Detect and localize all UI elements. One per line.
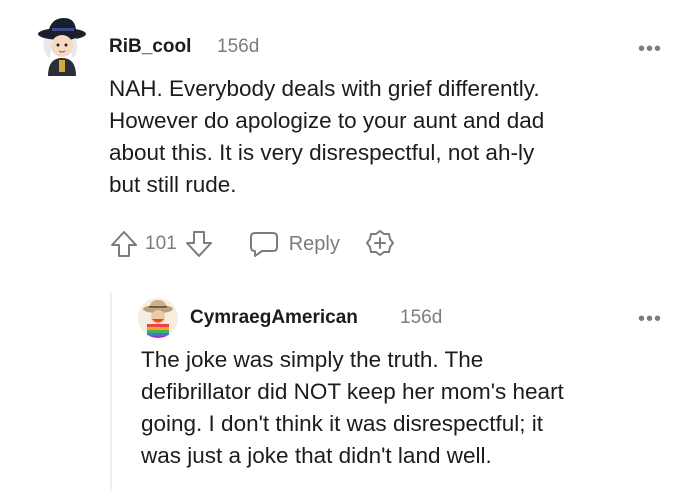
comment-body: NAH. Everybody deals with grief differen… <box>109 73 669 201</box>
arrow-down-outline-icon <box>185 231 212 257</box>
avatar-character-icon <box>138 298 178 338</box>
comment-username[interactable]: RiB_cool <box>109 36 191 58</box>
speech-bubble-icon <box>249 232 278 257</box>
reply-body-line: defibrillator did NOT keep her mom's hea… <box>141 379 564 404</box>
reply-username[interactable]: CymraegAmerican <box>190 307 358 329</box>
comment-body-line: NAH. Everybody deals with grief differen… <box>109 76 540 101</box>
award-button[interactable] <box>364 228 396 260</box>
comment-age: 156d <box>217 36 260 57</box>
avatar-character-icon <box>38 18 86 76</box>
comment-body-line: However do apologize to your aunt and da… <box>109 108 545 133</box>
reply-button[interactable]: Reply <box>249 230 340 258</box>
user-avatar[interactable] <box>32 14 88 76</box>
add-award-icon <box>365 230 394 256</box>
reply-body-line: was just a joke that didn't land well. <box>141 443 492 468</box>
comment-body-line: about this. It is very disrespectful, no… <box>109 140 535 165</box>
arrow-up-outline-icon <box>111 231 137 257</box>
reply-age: 156d <box>400 307 443 328</box>
vote-score: 101 <box>145 233 177 254</box>
downvote-button[interactable] <box>185 229 213 259</box>
thread-line[interactable] <box>110 292 112 491</box>
reply-overflow-menu[interactable]: ••• <box>638 309 662 329</box>
reply-label: Reply <box>288 232 340 255</box>
reply-user-avatar[interactable] <box>138 298 178 338</box>
comment-overflow-menu[interactable]: ••• <box>638 39 662 59</box>
comment-body-line: but still rude. <box>109 172 237 197</box>
comment-actions: 101 Reply <box>110 228 396 260</box>
reply-body-line: going. I don't think it was disrespectfu… <box>141 411 544 436</box>
reply-body-line: The joke was simply the truth. The <box>141 347 484 372</box>
reply-body: The joke was simply the truth. The defib… <box>141 344 671 472</box>
upvote-button[interactable] <box>110 229 138 259</box>
